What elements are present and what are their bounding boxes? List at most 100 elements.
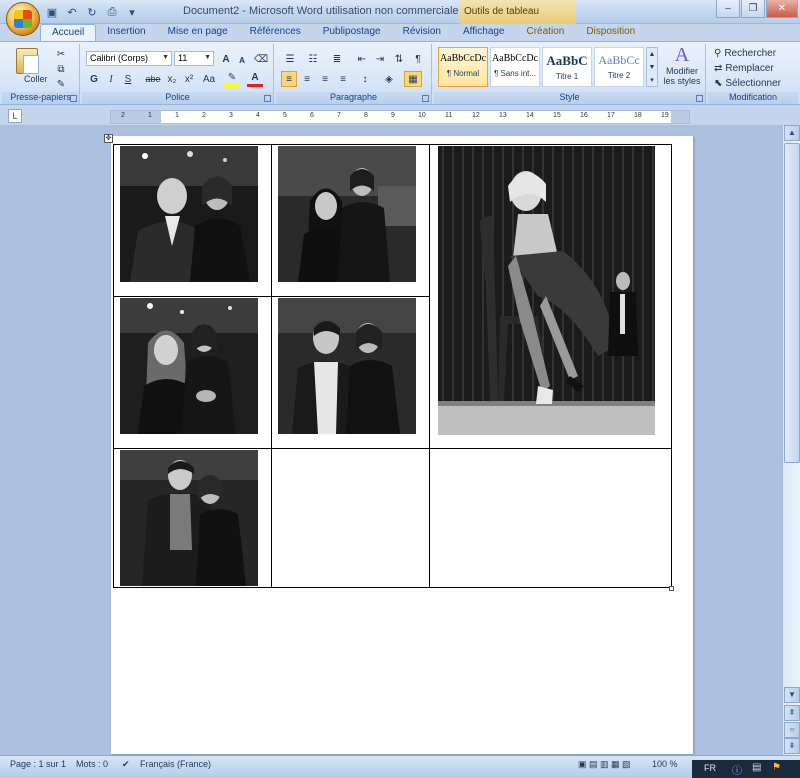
photo-man-in-leather-jacket[interactable] [120, 450, 258, 586]
subscript-button[interactable]: x₂ [164, 71, 180, 87]
vertical-scrollbar[interactable]: ▲ ▼ ⇞ ○ ⇟ [782, 125, 800, 755]
shading-icon[interactable]: ◈ [380, 71, 398, 87]
tab-revision[interactable]: Révision [392, 24, 452, 42]
cursor-icon: ⬉ [714, 77, 723, 89]
tab-publipostage[interactable]: Publipostage [312, 24, 392, 42]
previous-page-icon[interactable]: ⇞ [784, 705, 800, 721]
save-icon[interactable]: ▣ [44, 4, 60, 20]
zoom-level[interactable]: 100 % [652, 759, 678, 769]
table-cell[interactable] [271, 448, 430, 588]
font-dialog-launcher[interactable] [264, 95, 271, 102]
font-group-label: Police [82, 92, 273, 104]
font-size-combo[interactable]: 11 ▼ [174, 51, 214, 66]
tab-mise-en-page[interactable]: Mise en page [157, 24, 239, 42]
tab-disposition[interactable]: Disposition [575, 24, 646, 42]
tab-selector[interactable]: L [8, 109, 22, 123]
select-button[interactable]: ⬉ Sélectionner [714, 75, 781, 91]
language-indicator[interactable]: FR [704, 763, 716, 773]
photo-man-and-woman-scarf[interactable] [278, 298, 416, 434]
change-case-button[interactable]: Aa [200, 71, 218, 87]
tray-network-icon[interactable]: ▤ [752, 762, 761, 773]
ruler-tick-label: 4 [256, 112, 260, 119]
bullets-icon[interactable]: ☰ [281, 51, 299, 67]
style-no-spacing[interactable]: AaBbCcDc ¶ Sans int... [490, 47, 540, 87]
tab-references[interactable]: Références [239, 24, 312, 42]
superscript-button[interactable]: x² [181, 71, 197, 87]
photo-performer-on-chair[interactable] [438, 146, 655, 435]
table-cell[interactable] [429, 448, 672, 588]
proofing-icon[interactable]: ✔ [122, 759, 130, 770]
undo-icon[interactable]: ↶ [64, 4, 80, 20]
align-center-icon[interactable]: ≡ [299, 71, 315, 87]
paste-icon [16, 48, 39, 74]
paste-button[interactable]: Coller [2, 44, 52, 90]
show-marks-icon[interactable]: ¶ [410, 51, 426, 67]
page[interactable] [111, 136, 693, 754]
multilevel-list-icon[interactable]: ≣ [328, 51, 346, 67]
decrease-indent-icon[interactable]: ⇤ [354, 51, 370, 67]
style-normal[interactable]: AaBbCcDc ¶ Normal [438, 47, 488, 87]
underline-button[interactable]: S [121, 71, 135, 87]
italic-button[interactable]: I [104, 71, 118, 87]
tab-insertion[interactable]: Insertion [96, 24, 156, 42]
align-right-icon[interactable]: ≡ [317, 71, 333, 87]
browse-object-icon[interactable]: ○ [784, 722, 800, 738]
view-buttons[interactable]: ▣ ▤ ▥ ▦ ▧ [578, 759, 631, 770]
line-spacing-icon[interactable]: ↕ [356, 71, 374, 87]
photo-two-women-smiling[interactable] [120, 298, 258, 434]
paragraph-dialog-launcher[interactable] [422, 95, 429, 102]
customize-qat-icon[interactable]: ▾ [124, 4, 140, 20]
minimize-button[interactable]: – [716, 0, 740, 18]
grow-font-button[interactable]: A [219, 51, 233, 67]
redo-icon[interactable]: ↻ [84, 4, 100, 20]
horizontal-ruler[interactable]: 2 1 1 2 3 4 5 6 7 8 9 10 11 12 13 14 15 16 17 18 19 [110, 110, 690, 124]
print-icon[interactable]: ⎙ [104, 4, 120, 20]
word-count[interactable]: Mots : 0 [76, 759, 108, 769]
justify-icon[interactable]: ≡ [335, 71, 351, 87]
table-resize-handle[interactable] [669, 586, 674, 591]
table-move-handle[interactable]: ✥ [104, 134, 113, 143]
ruler-tick-label: 1 [148, 112, 152, 119]
page-count[interactable]: Page : 1 sur 1 [10, 759, 66, 769]
editing-group-label: Modification [708, 92, 798, 104]
style-heading-2[interactable]: AaBbCc Titre 2 [594, 47, 644, 87]
close-button[interactable]: ✕ [766, 0, 798, 18]
tray-flag-icon[interactable]: ⚑ [772, 762, 781, 773]
align-left-icon[interactable]: ≡ [281, 71, 297, 87]
numbering-icon[interactable]: ☷ [304, 51, 322, 67]
next-page-icon[interactable]: ⇟ [784, 738, 800, 754]
language-status[interactable]: Français (France) [140, 759, 211, 769]
tab-accueil[interactable]: Accueil [40, 24, 97, 42]
scroll-down-icon[interactable]: ▼ [784, 687, 800, 703]
style-sample: AaBbCc [598, 53, 640, 67]
photo-two-women[interactable] [278, 146, 416, 282]
modify-styles-button[interactable]: A Modifier les styles [660, 44, 704, 90]
tab-affichage[interactable]: Affichage [452, 24, 516, 42]
clear-format-icon[interactable]: ⌫ [254, 51, 268, 67]
styles-dialog-launcher[interactable] [696, 95, 703, 102]
bold-button[interactable]: G [87, 71, 101, 87]
font-color-icon[interactable]: A [247, 71, 263, 87]
cut-icon[interactable]: ✂ [54, 46, 68, 62]
photo-two-people[interactable] [120, 146, 258, 282]
tray-info-icon[interactable]: ⓘ [732, 762, 742, 777]
format-painter-icon[interactable]: ✎ [54, 76, 68, 92]
strikethrough-button[interactable]: abe [144, 71, 162, 87]
find-button[interactable]: ⚲ Rechercher [714, 45, 776, 61]
style-heading-1[interactable]: AaBbC Titre 1 [542, 47, 592, 87]
sort-icon[interactable]: ⇅ [391, 51, 407, 67]
styles-gallery-scroll[interactable]: ▲ ▼ ▾ [646, 47, 658, 87]
office-button[interactable] [6, 2, 40, 36]
replace-button[interactable]: ⇄ Remplacer [714, 60, 774, 76]
copy-icon[interactable]: ⧉ [54, 61, 68, 77]
scroll-thumb[interactable] [784, 143, 800, 463]
increase-indent-icon[interactable]: ⇥ [372, 51, 388, 67]
scroll-up-icon[interactable]: ▲ [784, 125, 800, 141]
tab-creation[interactable]: Création [516, 24, 576, 42]
maximize-button[interactable]: ❐ [741, 0, 765, 18]
clipboard-dialog-launcher[interactable] [70, 95, 77, 102]
font-name-combo[interactable]: Calibri (Corps) ▼ [86, 51, 172, 66]
shrink-font-button[interactable]: A [235, 52, 249, 68]
borders-icon[interactable]: ▦ [404, 71, 422, 87]
highlight-icon[interactable]: ✎ [224, 71, 240, 87]
